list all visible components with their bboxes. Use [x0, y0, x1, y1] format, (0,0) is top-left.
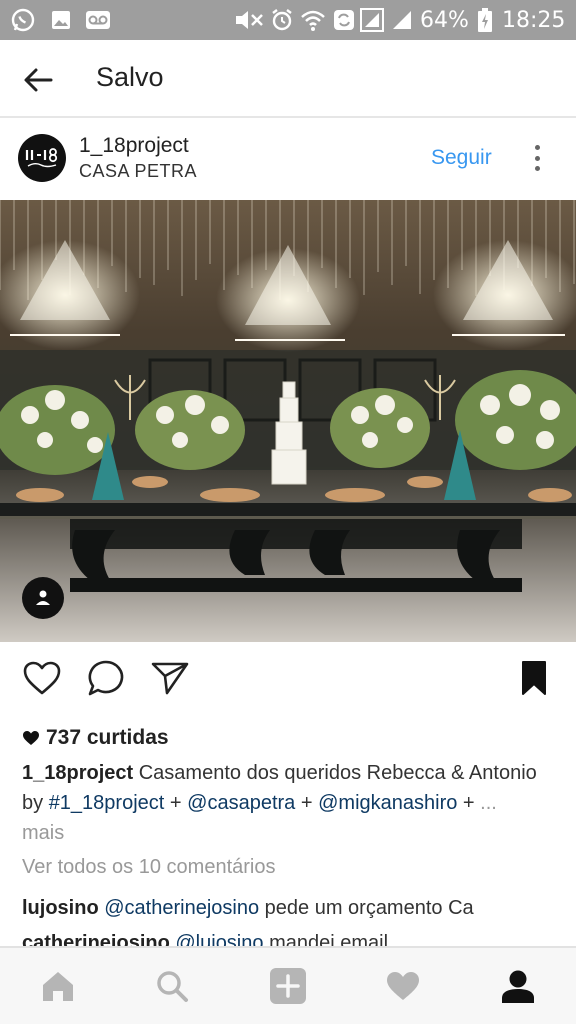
caption-mention-migkanashiro[interactable]: @migkanashiro	[318, 792, 457, 814]
like-heart-icon[interactable]	[22, 658, 62, 698]
comment-bubble-icon[interactable]	[86, 658, 126, 698]
heart-small-icon	[23, 731, 39, 745]
activity-heart-icon[interactable]	[381, 964, 425, 1008]
avatar[interactable]	[18, 134, 66, 182]
caption-username[interactable]: 1_18project	[22, 762, 133, 784]
status-bar: 64% 18:25	[0, 0, 576, 40]
wifi-icon	[298, 0, 328, 40]
whatsapp-icon	[8, 0, 38, 40]
gallery-icon	[48, 0, 74, 40]
follow-button[interactable]: Seguir	[431, 146, 492, 170]
battery-charging-icon	[476, 0, 494, 40]
comment-row: lujosino @catherinejosino pede um orçame…	[22, 897, 474, 920]
clock: 18:25	[502, 7, 566, 33]
caption-mention-casapetra[interactable]: @casapetra	[187, 792, 295, 814]
battery-percent: 64%	[420, 7, 469, 33]
more-options-icon[interactable]	[524, 142, 550, 174]
signal-icon	[358, 0, 386, 40]
mute-icon	[232, 0, 266, 40]
comment-mention[interactable]: @catherinejosino	[104, 897, 259, 919]
post-username[interactable]: 1_18project	[79, 134, 189, 158]
instagram-saved-post-screen: 64% 18:25 Salvo 1_18project CASA PETRA S…	[0, 0, 576, 1024]
voicemail-icon	[84, 0, 112, 40]
comment-text: pede um orçamento Ca	[264, 897, 474, 919]
likes-label: 737 curtidas	[46, 726, 169, 749]
caption-plus: +	[300, 792, 313, 814]
bottom-navigation	[0, 946, 576, 1024]
wedding-table-image	[0, 200, 576, 642]
caption-plus: +	[169, 792, 182, 814]
post-caption: 1_18project Casamento dos queridos Rebec…	[22, 758, 542, 848]
post-header: 1_18project CASA PETRA Seguir	[0, 120, 576, 200]
alarm-icon	[268, 0, 296, 40]
sync-icon	[330, 0, 358, 40]
back-arrow-icon[interactable]	[18, 60, 58, 100]
bookmark-saved-icon[interactable]	[514, 658, 554, 698]
logo-icon	[25, 148, 58, 168]
home-icon[interactable]	[36, 964, 80, 1008]
profile-icon[interactable]	[496, 964, 540, 1008]
likes-count[interactable]: 737 curtidas	[22, 726, 169, 750]
view-all-comments-link[interactable]: Ver todos os 10 comentários	[22, 856, 275, 879]
comment-username[interactable]: lujosino	[22, 897, 99, 919]
add-post-icon[interactable]	[266, 964, 310, 1008]
post-photo[interactable]	[0, 200, 576, 642]
post-actions	[0, 642, 576, 714]
caption-plus: +	[462, 792, 475, 814]
app-header: Salvo	[0, 40, 576, 118]
user-tag-icon[interactable]	[22, 577, 64, 619]
post-location[interactable]: CASA PETRA	[79, 161, 197, 182]
share-send-icon[interactable]	[150, 658, 190, 698]
search-icon[interactable]	[150, 964, 194, 1008]
signal-icon-2	[390, 0, 414, 40]
page-title: Salvo	[96, 62, 164, 92]
caption-hashtag[interactable]: #1_18project	[49, 792, 165, 814]
